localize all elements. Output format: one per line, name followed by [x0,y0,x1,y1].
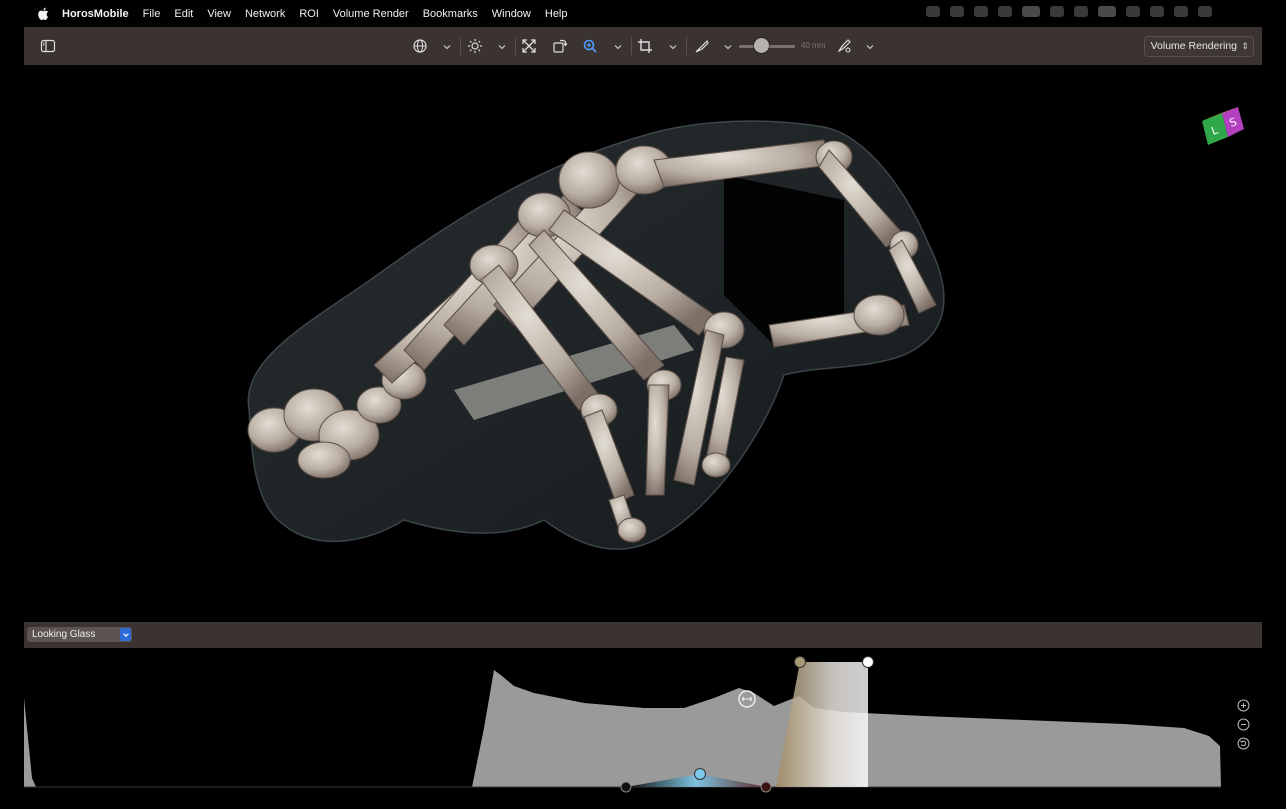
preset-select[interactable]: Looking Glass [27,627,132,642]
minus-circle-icon [1237,718,1250,731]
status-icon[interactable] [998,6,1012,17]
crop-button[interactable] [635,36,655,56]
orientation-cube-icon: L S [1202,107,1244,145]
menu-edit[interactable]: Edit [174,8,193,20]
transfer-function-toolbar: Looking Glass [24,622,1262,648]
toolbar-divider [686,37,687,55]
transfer-function-editor[interactable] [24,648,1262,804]
volume-render-viewport[interactable]: L S [24,65,1262,622]
chevron-down-icon [866,45,874,50]
thickness-value: 40 mm [801,41,826,50]
chevron-down-icon [443,45,451,50]
color-control-point[interactable] [760,781,772,793]
sculpt-tool-button[interactable] [834,36,854,56]
status-icon[interactable] [1050,6,1064,17]
toolbar-divider [515,37,516,55]
toolbar: 40 mm Volume Rendering ⇕ [24,27,1262,66]
chevron-down-icon [669,45,677,50]
plus-circle-icon [1237,699,1250,712]
expand-arrows-icon [522,39,536,53]
menu-roi[interactable]: ROI [299,8,319,20]
histogram-spike [24,698,36,787]
menu-bookmarks[interactable]: Bookmarks [423,8,478,20]
reset-circle-icon [1237,737,1250,750]
render-mode-label: Volume Rendering [1150,40,1237,52]
rotate-view-button[interactable] [550,36,570,56]
scalpel-button[interactable] [692,36,712,56]
status-icon[interactable] [950,6,964,17]
siri-icon[interactable] [1198,6,1212,17]
zoom-in-button[interactable] [1237,699,1250,712]
rotate-square-icon [553,39,568,53]
status-icon[interactable] [1022,6,1040,17]
color-control-point[interactable] [620,781,632,793]
chevron-down-icon [614,45,622,50]
preset-dropdown-button[interactable] [120,628,131,641]
chevron-down-icon [498,45,506,50]
zoom-magnifier-icon [583,39,597,53]
menu-volume-render[interactable]: Volume Render [333,8,409,20]
sidebar-toggle-button[interactable] [38,36,58,56]
menu-bar: HorosMobile File Edit View Network ROI V… [0,0,1286,27]
sidebar-icon [40,39,56,53]
control-center-icon[interactable] [1174,6,1188,17]
menu-file[interactable]: File [143,8,161,20]
menu-app-name[interactable]: HorosMobile [62,8,129,20]
chevron-down-icon [122,632,129,637]
histogram-plot [24,656,1221,793]
volume-render-image [247,120,945,550]
up-down-chevron-icon: ⇕ [1241,41,1249,51]
orientation-cube[interactable]: L S [1200,105,1246,154]
battery-icon[interactable] [1098,6,1116,17]
color-control-point[interactable] [694,768,706,780]
status-icon[interactable] [974,6,988,17]
scalpel-icon [695,39,709,53]
zoom-menu-button[interactable] [613,39,625,51]
crop-icon [638,39,652,53]
opacity-control-point[interactable] [794,656,806,668]
rotate-3d-menu-button[interactable] [442,39,454,51]
search-icon[interactable] [1150,6,1164,17]
brush-tool-icon [837,39,851,53]
status-icon[interactable] [1074,6,1088,17]
opacity-window-highlight[interactable] [776,662,868,787]
menu-window[interactable]: Window [492,8,531,20]
sculpt-tool-menu-button[interactable] [865,39,877,51]
status-icons [926,6,1212,17]
chevron-down-icon [724,45,732,50]
apple-menu-icon[interactable] [36,7,49,21]
zoom-tool-button[interactable] [580,36,600,56]
toolbar-divider [631,37,632,55]
crop-menu-button[interactable] [668,39,680,51]
window-level-menu-button[interactable] [497,39,509,51]
status-icon[interactable] [926,6,940,17]
window-level-button[interactable] [465,36,485,56]
wifi-icon[interactable] [1126,6,1140,17]
opacity-control-point[interactable] [862,656,874,668]
render-mode-select[interactable]: Volume Rendering ⇕ [1143,36,1254,57]
reset-button[interactable] [1237,737,1250,750]
toolbar-divider [460,37,461,55]
menu-view[interactable]: View [207,8,231,20]
zoom-out-button[interactable] [1237,718,1250,731]
fit-to-window-button[interactable] [519,36,539,56]
brightness-icon [468,39,482,53]
globe-rotate-icon [413,39,427,53]
thickness-slider-knob[interactable] [754,38,769,53]
menu-help[interactable]: Help [545,8,568,20]
preset-label: Looking Glass [32,629,96,640]
menu-network[interactable]: Network [245,8,285,20]
scalpel-menu-button[interactable] [723,39,735,51]
rotate-3d-button[interactable] [410,36,430,56]
